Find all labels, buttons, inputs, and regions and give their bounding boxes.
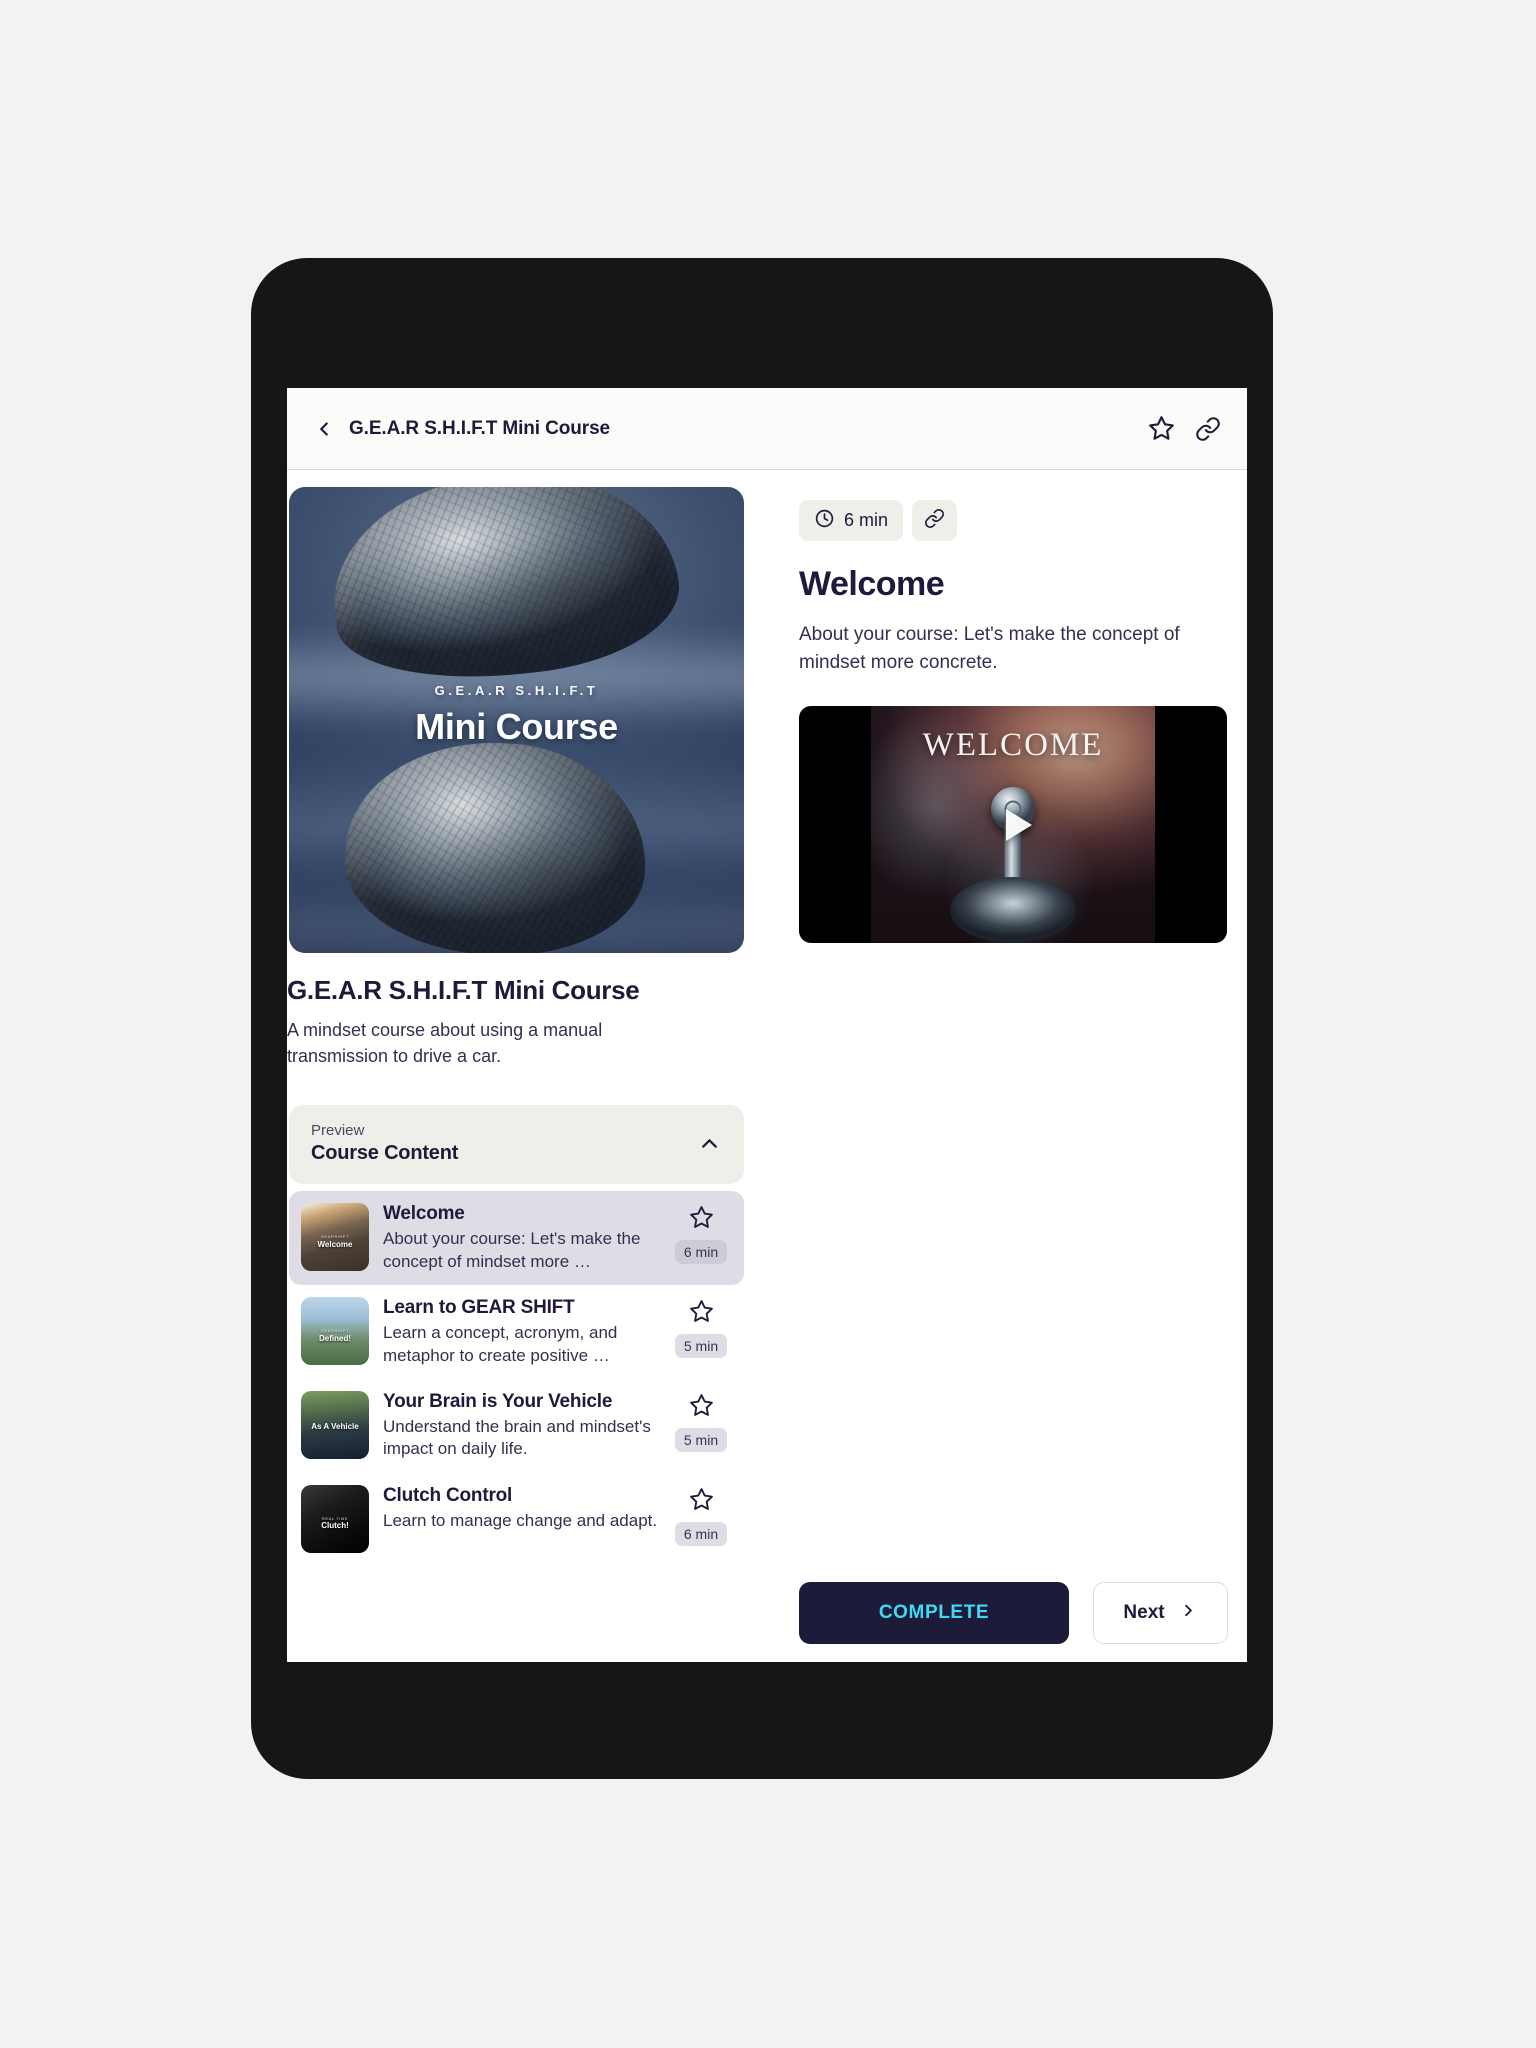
chevron-left-icon[interactable] bbox=[309, 414, 339, 444]
next-button[interactable]: Next bbox=[1093, 1582, 1228, 1644]
course-content-accordion[interactable]: Preview Course Content bbox=[289, 1105, 744, 1185]
app-bar-actions bbox=[1148, 415, 1221, 442]
lesson-title: Welcome bbox=[383, 1203, 465, 1225]
list-item[interactable]: GEARSHIFT Defined! Learn to GEAR SHIFT L… bbox=[289, 1285, 744, 1379]
lesson-title: Your Brain is Your Vehicle bbox=[383, 1390, 613, 1412]
accordion-texts: Preview Course Content bbox=[311, 1122, 697, 1165]
course-hero-image: G.E.A.R S.H.I.F.T Mini Course bbox=[289, 487, 744, 953]
app-screen: G.E.A.R S.H.I.F.T Mini Course G.E.A.R S.… bbox=[287, 388, 1247, 1662]
lesson-meta: 6 min bbox=[670, 1485, 732, 1546]
lesson-thumbnail-kicker: REAL TIME bbox=[321, 1516, 349, 1522]
lesson-title: Clutch Control bbox=[383, 1484, 513, 1506]
lesson-body: Your Brain is Your Vehicle Understand th… bbox=[383, 1391, 670, 1461]
lesson-title: Learn to GEAR SHIFT bbox=[383, 1297, 575, 1319]
hero-caption: G.E.A.R S.H.I.F.T Mini Course bbox=[289, 683, 744, 748]
lesson-thumbnail-kicker: GEARSHIFT bbox=[320, 1234, 350, 1240]
accordion-title: Course Content bbox=[311, 1142, 459, 1165]
accordion-kicker: Preview bbox=[311, 1122, 365, 1140]
lesson-meta: 5 min bbox=[670, 1297, 732, 1359]
video-overlay-text: WELCOME bbox=[922, 727, 1104, 764]
clock-icon bbox=[814, 508, 835, 534]
star-outline-icon[interactable] bbox=[689, 1205, 714, 1230]
hero-title: Mini Course bbox=[415, 706, 618, 747]
list-item[interactable]: GEARSHIFT Welcome Welcome About your cou… bbox=[289, 1191, 744, 1286]
lesson-thumbnail: GEARSHIFT Welcome bbox=[301, 1203, 369, 1272]
lesson-description: Understand the brain and mindset's impac… bbox=[383, 1416, 651, 1459]
link-icon bbox=[924, 508, 945, 534]
copy-link-button[interactable] bbox=[912, 500, 958, 541]
lesson-description: Learn to manage change and adapt. bbox=[383, 1510, 658, 1530]
lesson-duration-badge: 6 min bbox=[674, 1240, 728, 1265]
hero-kicker: G.E.A.R S.H.I.F.T bbox=[434, 683, 599, 698]
chevron-up-icon[interactable] bbox=[697, 1131, 722, 1156]
play-icon[interactable] bbox=[1006, 808, 1032, 841]
lesson-thumbnail-text: Welcome bbox=[317, 1239, 353, 1249]
star-outline-icon[interactable] bbox=[689, 1487, 714, 1512]
lesson-description: About your course: Let's make the concep… bbox=[383, 1229, 641, 1271]
lesson-thumbnail-kicker: GEARSHIFT bbox=[320, 1328, 350, 1334]
star-outline-icon[interactable] bbox=[1148, 415, 1175, 442]
lesson-thumbnail-label: REAL TIME Clutch! bbox=[301, 1516, 369, 1532]
list-item[interactable]: As A Vehicle Your Brain is Your Vehicle … bbox=[289, 1379, 744, 1473]
next-button-label: Next bbox=[1123, 1602, 1165, 1623]
lesson-thumbnail: REAL TIME Clutch! bbox=[301, 1484, 369, 1553]
lesson-body: Learn to GEAR SHIFT Learn a concept, acr… bbox=[383, 1297, 670, 1367]
gear-boot-graphic bbox=[950, 876, 1076, 943]
lesson-thumbnail-text: As A Vehicle bbox=[311, 1422, 359, 1432]
lesson-thumbnail-label: GEARSHIFT Welcome bbox=[301, 1234, 369, 1250]
lesson-subtitle: About your course: Let's make the concep… bbox=[799, 624, 1180, 673]
lesson-thumbnail: GEARSHIFT Defined! bbox=[301, 1297, 369, 1366]
complete-button[interactable]: COMPLETE bbox=[799, 1582, 1069, 1644]
lesson-thumbnail: As A Vehicle bbox=[301, 1390, 369, 1459]
star-outline-icon[interactable] bbox=[689, 1299, 714, 1324]
lesson-action-bar: COMPLETE Next bbox=[799, 1582, 1228, 1644]
lesson-duration-badge: 5 min bbox=[674, 1427, 728, 1452]
lesson-duration-badge: 5 min bbox=[674, 1334, 728, 1359]
lesson-meta-row: 6 min bbox=[799, 500, 1229, 541]
lesson-thumbnail-text: Defined! bbox=[319, 1333, 351, 1343]
duration-text: 6 min bbox=[844, 510, 889, 530]
lesson-thumbnail-label: As A Vehicle bbox=[301, 1422, 369, 1432]
lesson-body: Welcome About your course: Let's make th… bbox=[383, 1203, 670, 1273]
lesson-duration-badge: 6 min bbox=[674, 1521, 728, 1546]
page-title: G.E.A.R S.H.I.F.T Mini Course bbox=[349, 417, 611, 439]
content-area: G.E.A.R S.H.I.F.T Mini Course G.E.A.R S.… bbox=[287, 470, 1247, 1662]
course-description: A mindset course about using a manual tr… bbox=[287, 1020, 603, 1067]
lesson-list: GEARSHIFT Welcome Welcome About your cou… bbox=[289, 1191, 744, 1565]
lesson-description: Learn a concept, acronym, and metaphor t… bbox=[383, 1323, 618, 1365]
star-outline-icon[interactable] bbox=[689, 1393, 714, 1418]
app-bar: G.E.A.R S.H.I.F.T Mini Course bbox=[287, 388, 1247, 470]
duration-badge: 6 min bbox=[799, 500, 904, 541]
lesson-meta: 5 min bbox=[670, 1391, 732, 1452]
lesson-detail-panel: 6 min Welcome About your course: Let's m… bbox=[767, 470, 1247, 1662]
lesson-body: Clutch Control Learn to manage change an… bbox=[383, 1485, 670, 1532]
list-item[interactable]: REAL TIME Clutch! Clutch Control Learn t… bbox=[289, 1473, 744, 1565]
lesson-video-player[interactable]: WELCOME bbox=[799, 706, 1227, 944]
chevron-right-icon bbox=[1179, 1601, 1198, 1626]
lesson-heading: Welcome bbox=[799, 565, 945, 603]
course-title: G.E.A.R S.H.I.F.T Mini Course bbox=[287, 975, 640, 1005]
page-background: G.E.A.R S.H.I.F.T Mini Course G.E.A.R S.… bbox=[0, 0, 1536, 2048]
lesson-thumbnail-text: Clutch! bbox=[321, 1521, 349, 1531]
lesson-thumbnail-label: GEARSHIFT Defined! bbox=[301, 1328, 369, 1344]
course-sidebar[interactable]: G.E.A.R S.H.I.F.T Mini Course G.E.A.R S.… bbox=[287, 470, 767, 1662]
link-icon[interactable] bbox=[1195, 416, 1221, 442]
lesson-meta: 6 min bbox=[670, 1203, 732, 1265]
